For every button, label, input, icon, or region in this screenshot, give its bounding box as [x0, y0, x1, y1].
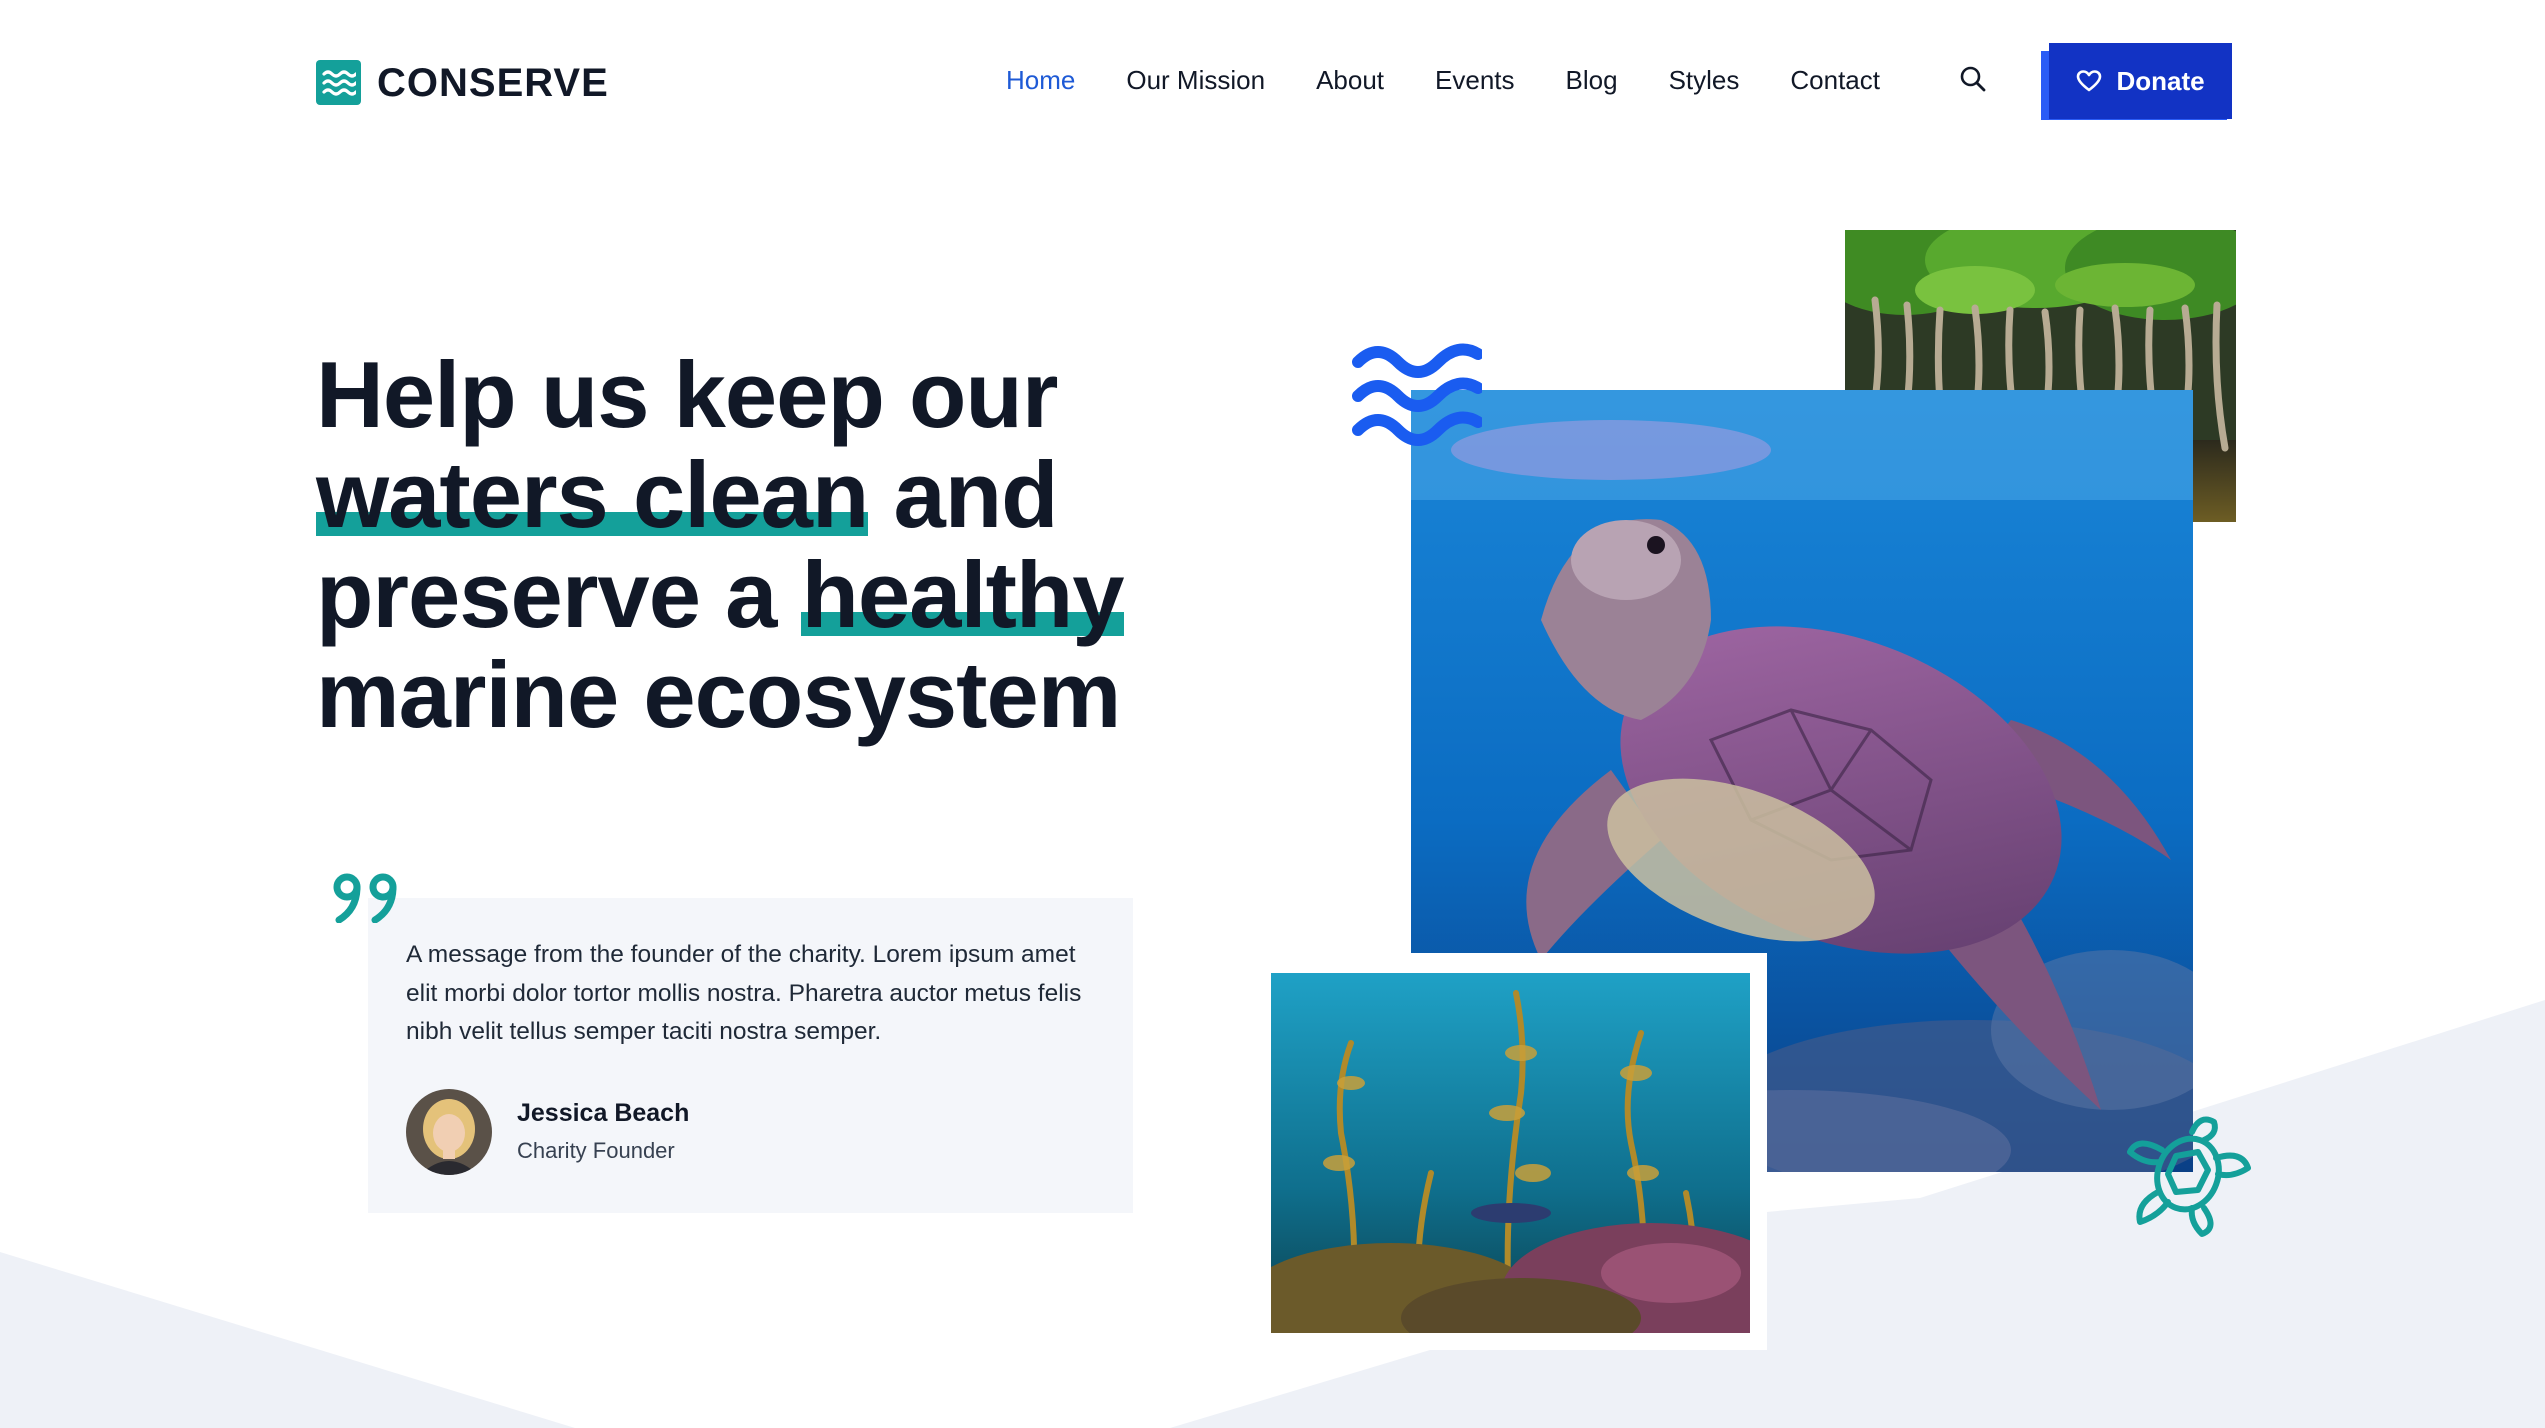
author-role: Charity Founder [517, 1138, 675, 1163]
donate-button[interactable]: Donate [2049, 43, 2232, 119]
search-icon[interactable] [1958, 64, 1988, 94]
turtle-outline-icon [2122, 1108, 2256, 1243]
author-name: Jessica Beach [517, 1099, 690, 1127]
hero-highlight-waters-clean: waters clean [316, 442, 869, 547]
quote-text: A message from the founder of the charit… [406, 941, 1082, 1045]
waves-icon [316, 60, 361, 105]
nav-item-about[interactable]: About [1316, 60, 1384, 100]
hero-line-4: marine ecosystem [316, 642, 1121, 747]
hero-heading: Help us keep our waters clean and preser… [316, 345, 1216, 745]
brand-name: CONSERVE [377, 60, 609, 105]
avatar [406, 1089, 492, 1175]
donate-button-wrapper: Donate [2041, 43, 2232, 120]
hero-line-1: Help us keep our [316, 342, 1058, 447]
quote-icon [333, 873, 401, 928]
main-nav: Home Our Mission About Events Blog Style… [1006, 60, 1931, 100]
nav-item-contact[interactable]: Contact [1790, 60, 1880, 100]
hero-highlight-healthy: healthy [801, 542, 1125, 647]
nav-item-our-mission[interactable]: Our Mission [1126, 60, 1265, 100]
nav-item-blog[interactable]: Blog [1566, 60, 1618, 100]
kelp-reef-image [1271, 973, 1750, 1333]
heart-icon [2077, 70, 2102, 92]
logo[interactable]: CONSERVE [316, 60, 609, 105]
nav-item-styles[interactable]: Styles [1669, 60, 1740, 100]
nav-item-home[interactable]: Home [1006, 60, 1075, 100]
nav-item-events[interactable]: Events [1435, 60, 1515, 100]
donate-label: Donate [2116, 65, 2205, 96]
hero-line-3-start: preserve a [316, 542, 802, 647]
hero-line-2-rest: and [868, 442, 1058, 547]
waves-decoration-icon [1350, 340, 1484, 453]
